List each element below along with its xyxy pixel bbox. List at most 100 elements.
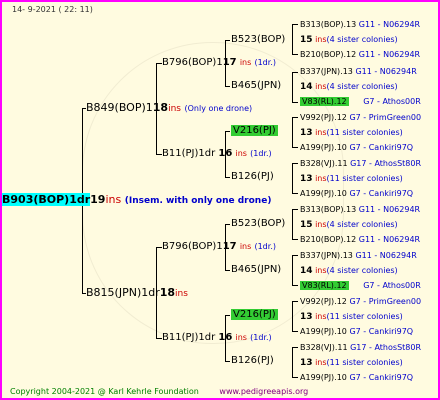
g4-4-top[interactable]: B313(BOP).13 [300,205,356,214]
footer: Copyright 2004-2021 @ Karl Kehrle Founda… [10,386,308,398]
g4-0-num: 15 [300,35,313,45]
g4-5-top[interactable]: B337(JPN).13 [300,251,353,260]
date-stamp: 14- 9-2021 ( 22: 11) [12,5,93,14]
dam-entry[interactable]: B815(JPN)1dr18ins [86,287,188,300]
g4-5-bot-code: G7 - Athos00R [363,281,421,290]
g4-7-top[interactable]: B328(VJ).11 [300,343,348,352]
g4-4-bot-code: G11 - N06294R [358,235,421,244]
sire-note: (Only one drone) [184,104,253,113]
g4-1-num: 14 [300,82,313,92]
g2-a-name[interactable]: B796(BOP)1 [162,57,223,68]
g4-4-note: (4 sister colonies) [326,220,398,229]
g4-0-bot-code: G11 - N06294R [358,50,421,59]
g4-1-bot-code: G7 - Athos00R [363,97,421,106]
g4-7-bot[interactable]: A199(PJ).10 [300,373,347,382]
g4-6-num: 13 [300,312,313,322]
g4-0-top-code: G11 - N06294R [358,20,421,29]
g4-6-bot[interactable]: A199(PJ).10 [300,327,347,336]
g4-3-num: 13 [300,174,313,184]
g2-b-note: (1dr.) [250,149,272,158]
g4-2-bot[interactable]: A199(PJ).10 [300,143,347,152]
g2-entry-b[interactable]: B11(PJ)1dr 16 ins (1dr.) [162,148,272,160]
g4-0-note: (4 sister colonies) [326,35,398,44]
g4-3-top[interactable]: B328(VJ).11 [300,159,348,168]
root-name[interactable]: B903(BOP)1dr [2,193,91,206]
g4-2-num: 13 [300,128,313,138]
g2-d-note: (1dr.) [250,333,272,342]
g3-entry-a2[interactable]: B465(JPN) [231,80,281,92]
sire-name[interactable]: B849(BOP)1 [86,101,153,114]
g3-entry-d1[interactable]: V216(PJ) [231,309,278,321]
g4-1-bot[interactable]: V83(RL).12 [300,97,349,106]
dam-name[interactable]: B815(JPN)1dr [86,286,160,299]
g2-b-name[interactable]: B11(PJ)1dr [162,148,215,159]
g4-7-ins: ins [315,358,327,367]
g4-2-top[interactable]: V992(PJ).12 [300,113,347,122]
g4-4-top-code: G11 - N06294R [358,205,421,214]
g2-c-ins: ins [239,242,252,251]
sire-entry[interactable]: B849(BOP)118ins (Only one drone) [86,102,252,115]
g4-7-top-code: G17 - AthosSt80R [350,343,422,352]
g3-entry-d2[interactable]: B126(PJ) [231,355,274,367]
g4-3-bot-code: G7 - Cankiri97Q [349,189,414,198]
g2-b-ins: ins [235,149,247,158]
g4-7-note: (11 sister colonies) [326,358,403,367]
root-note: (Insem. with only one drone) [124,196,272,206]
g3-entry-a1[interactable]: B523(BOP) [231,34,285,46]
g4-5-bot[interactable]: V83(RL).12 [300,281,349,290]
g2-c-name[interactable]: B796(BOP)1 [162,241,223,252]
g4-0-bot[interactable]: B210(BOP).12 [300,50,356,59]
root-entry[interactable]: B903(BOP)1dr19ins (Insem. with only one … [2,193,272,207]
g2-b-num: 16 [218,148,233,159]
root-ins-num: 19 [90,193,106,206]
g4-3-bot[interactable]: A199(PJ).10 [300,189,347,198]
g4-5-num: 14 [300,266,313,276]
g4-1-top-code: G11 - N06294R [355,67,417,76]
g2-d-ins: ins [235,333,247,342]
g2-entry-a[interactable]: B796(BOP)117 ins (1dr.) [162,57,276,69]
g2-d-num: 16 [218,332,233,343]
site-link[interactable]: www.pedigreeapis.org [219,387,308,396]
root-ins: ins [105,193,122,206]
g4-4-num: 15 [300,220,313,230]
g4-2-top-code: G7 - PrimGreen00 [349,113,422,122]
g4-2-ins: ins [315,128,327,137]
g2-d-name[interactable]: B11(PJ)1dr [162,332,215,343]
g2-c-num: 17 [222,241,237,252]
g3-entry-b1[interactable]: V216(PJ) [231,125,278,137]
g2-a-ins: ins [239,58,252,67]
g4-4-ins: ins [315,220,327,229]
g3-entry-c1[interactable]: B523(BOP) [231,218,285,230]
g2-entry-d[interactable]: B11(PJ)1dr 16 ins (1dr.) [162,332,272,344]
g4-5-top-code: G11 - N06294R [355,251,417,260]
g4-5-ins: ins [315,266,327,275]
g4-2-note: (11 sister colonies) [326,128,403,137]
g4-3-note: (11 sister colonies) [326,174,403,183]
g4-6-ins: ins [315,312,327,321]
g4-1-top[interactable]: B337(JPN).13 [300,67,353,76]
g4-1-ins: ins [315,82,327,91]
g4-0-top[interactable]: B313(BOP).13 [300,20,356,29]
g4-6-top-code: G7 - PrimGreen00 [349,297,422,306]
g2-entry-c[interactable]: B796(BOP)117 ins (1dr.) [162,241,276,253]
g4-6-top[interactable]: V992(PJ).12 [300,297,347,306]
g4-5-note: (4 sister colonies) [326,266,398,275]
g4-7-bot-code: G7 - Cankiri97Q [349,373,414,382]
g4-6-bot-code: G7 - Cankiri97Q [349,327,414,336]
g3-entry-b2[interactable]: B126(PJ) [231,171,274,183]
g4-6-note: (11 sister colonies) [326,312,403,321]
g4-2-bot-code: G7 - Cankiri97Q [349,143,414,152]
g2-a-note: (1dr.) [254,58,276,67]
g3-entry-c2[interactable]: B465(JPN) [231,264,281,276]
dam-ins: ins [175,289,188,299]
g4-4-bot[interactable]: B210(BOP).12 [300,235,356,244]
g4-0-ins: ins [315,35,327,44]
pedigree-chart: 14- 9-2021 ( 22: 11) B903(BOP)1dr19ins (… [0,0,440,400]
g4-1-note: (4 sister colonies) [326,82,398,91]
g4-7-num: 13 [300,358,313,368]
g2-c-note: (1dr.) [254,242,276,251]
copyright-text: Copyright 2004-2021 @ Karl Kehrle Founda… [10,387,199,396]
sire-ins: ins [168,104,181,114]
g4-3-top-code: G17 - AthosSt80R [350,159,422,168]
dam-ins-num: 18 [159,286,176,299]
